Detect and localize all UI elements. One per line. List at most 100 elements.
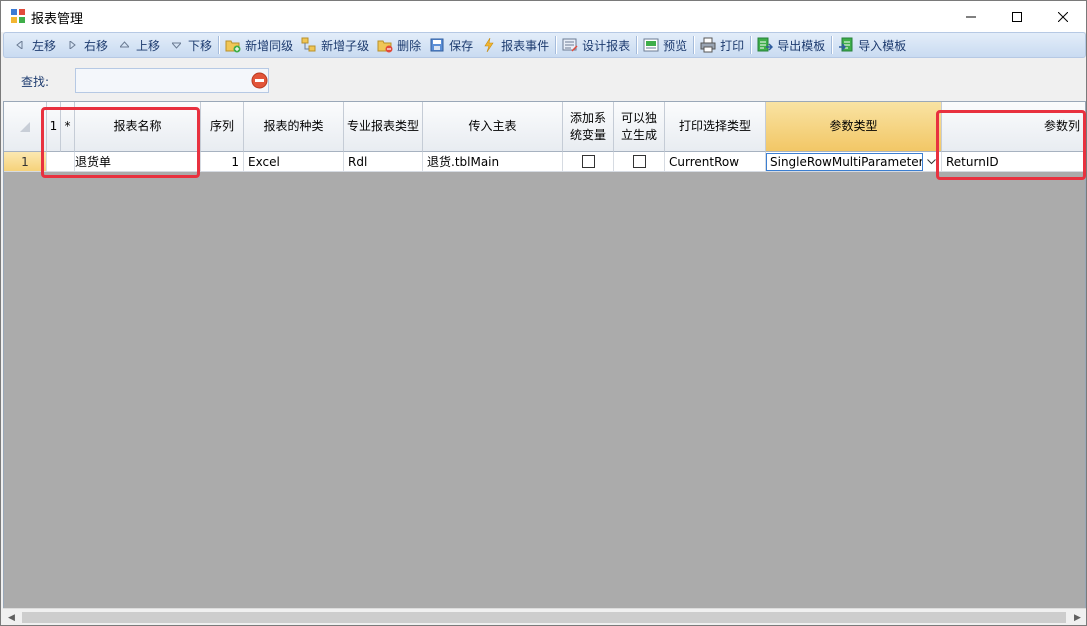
- save-button[interactable]: 保存: [425, 34, 477, 56]
- minimize-icon: [966, 16, 976, 17]
- add-sibling-label: 新增同级: [245, 38, 294, 53]
- toolbar: 左移 右移 上移 下移 新增同级 新增子级 删除 保存 报表事件 设计报表 预览…: [3, 32, 1086, 58]
- table-cell-main-table[interactable]: 退货.tblMain: [423, 152, 563, 172]
- column-header-add-sys-var[interactable]: 添加系统变量: [563, 102, 614, 152]
- independent-checkbox[interactable]: [632, 155, 646, 168]
- print-button[interactable]: 打印: [696, 34, 748, 56]
- export-icon: [757, 37, 774, 53]
- toolbar-separator: [555, 36, 557, 54]
- design-icon: [562, 37, 578, 53]
- scroll-right-icon[interactable]: ▶: [1069, 609, 1086, 626]
- move-left-label: 左移: [32, 38, 57, 53]
- move-right-label: 右移: [84, 38, 109, 53]
- param-type-dropdown[interactable]: SingleRowMultiParameter: [766, 153, 923, 171]
- design-report-button[interactable]: 设计报表: [558, 34, 634, 56]
- table-cell-order[interactable]: 1: [201, 152, 244, 172]
- add-sibling-button[interactable]: 新增同级: [221, 34, 297, 56]
- pro-type-value: Rdl: [348, 154, 368, 169]
- row-number: 1: [21, 154, 29, 169]
- import-template-label: 导入模板: [858, 38, 907, 53]
- table-cell-pro-type[interactable]: Rdl: [344, 152, 423, 172]
- toolbar-separator: [750, 36, 752, 54]
- add-child-label: 新增子级: [321, 38, 370, 53]
- toolbar-separator: [218, 36, 220, 54]
- column-label-order: 序列: [209, 119, 234, 133]
- import-template-button[interactable]: 导入模板: [834, 34, 910, 56]
- move-down-label: 下移: [188, 38, 213, 53]
- column-header-report-kind[interactable]: 报表的种类: [244, 102, 344, 152]
- highlight-report-name: [41, 107, 200, 178]
- report-events-button[interactable]: 报表事件: [477, 34, 553, 56]
- maximize-button[interactable]: [994, 1, 1040, 32]
- design-report-label: 设计报表: [582, 38, 631, 53]
- table-cell-independent: [614, 152, 665, 172]
- clear-search-icon[interactable]: [251, 72, 268, 89]
- add-sys-var-checkbox[interactable]: [581, 155, 595, 168]
- report-kind-value: Excel: [248, 154, 280, 169]
- maximize-icon: [1012, 11, 1022, 22]
- column-label-independent: 可以独立生成: [620, 110, 657, 142]
- param-type-value: SingleRowMultiParameter: [770, 155, 923, 169]
- close-button[interactable]: [1040, 1, 1086, 32]
- table-cell-print-select[interactable]: CurrentRow: [665, 152, 766, 172]
- triangle-down-icon: [168, 37, 184, 53]
- triangle-up-icon: [116, 37, 132, 53]
- app-icon: [11, 9, 25, 23]
- report-manager-window: 报表管理 左移 右移 上移 下移 新增同级 新增子级 删除 保存 报表事件 设计…: [0, 0, 1087, 626]
- toolbar-separator: [636, 36, 638, 54]
- column-label-main-table: 传入主表: [468, 119, 517, 133]
- main-table-value: 退货.tblMain: [427, 155, 500, 169]
- table-cell-report-kind[interactable]: Excel: [244, 152, 344, 172]
- column-header-main-table[interactable]: 传入主表: [423, 102, 563, 152]
- search-box: [75, 68, 269, 93]
- horizontal-scrollbar[interactable]: ◀ ▶: [3, 608, 1086, 625]
- tree-add-icon: [301, 37, 317, 53]
- triangle-left-icon: [12, 37, 28, 53]
- folder-delete-icon: [377, 37, 393, 53]
- move-down-button[interactable]: 下移: [164, 34, 216, 56]
- window-title: 报表管理: [31, 12, 84, 27]
- minimize-button[interactable]: [948, 1, 994, 32]
- column-label-param-type: 参数类型: [829, 119, 878, 133]
- table-cell-param-type: SingleRowMultiParameter: [766, 152, 942, 172]
- move-left-button[interactable]: 左移: [8, 34, 60, 56]
- order-value: 1: [231, 154, 239, 169]
- column-label-report-kind: 报表的种类: [263, 119, 324, 133]
- search-label: 查找:: [21, 75, 50, 89]
- column-header-pro-type[interactable]: 专业报表类型: [344, 102, 423, 152]
- preview-button[interactable]: 预览: [639, 34, 691, 56]
- move-right-button[interactable]: 右移: [60, 34, 112, 56]
- import-icon: [838, 37, 854, 53]
- title-bar: 报表管理: [1, 1, 1086, 32]
- column-header-print-select[interactable]: 打印选择类型: [665, 102, 766, 152]
- scroll-left-icon[interactable]: ◀: [3, 609, 20, 626]
- print-select-value: CurrentRow: [669, 154, 740, 169]
- search-input[interactable]: [80, 72, 248, 89]
- save-icon: [429, 37, 445, 53]
- delete-button[interactable]: 删除: [373, 34, 425, 56]
- chevron-down-icon: [927, 159, 936, 165]
- column-header-independent[interactable]: 可以独立生成: [614, 102, 665, 152]
- column-header-order[interactable]: 序列: [201, 102, 244, 152]
- add-child-button[interactable]: 新增子级: [297, 34, 373, 56]
- printer-icon: [700, 37, 716, 53]
- delete-label: 删除: [397, 38, 422, 53]
- export-template-button[interactable]: 导出模板: [753, 34, 829, 56]
- toolbar-separator: [693, 36, 695, 54]
- toolbar-separator: [831, 36, 833, 54]
- preview-icon: [643, 37, 659, 53]
- move-up-label: 上移: [136, 38, 161, 53]
- column-label-pro-type: 专业报表类型: [346, 119, 419, 133]
- table-cell-add-sys-var: [563, 152, 614, 172]
- column-label-add-sys-var: 添加系统变量: [569, 110, 606, 142]
- scrollbar-thumb[interactable]: [22, 612, 1066, 623]
- save-label: 保存: [449, 38, 474, 53]
- folder-add-icon: [225, 37, 241, 53]
- close-icon: [1058, 11, 1068, 22]
- column-header-param-type[interactable]: 参数类型: [766, 102, 942, 152]
- preview-label: 预览: [663, 38, 688, 53]
- triangle-right-icon: [64, 37, 80, 53]
- highlight-param-cols: [936, 110, 1086, 180]
- move-up-button[interactable]: 上移: [112, 34, 164, 56]
- select-all-icon: [20, 121, 30, 132]
